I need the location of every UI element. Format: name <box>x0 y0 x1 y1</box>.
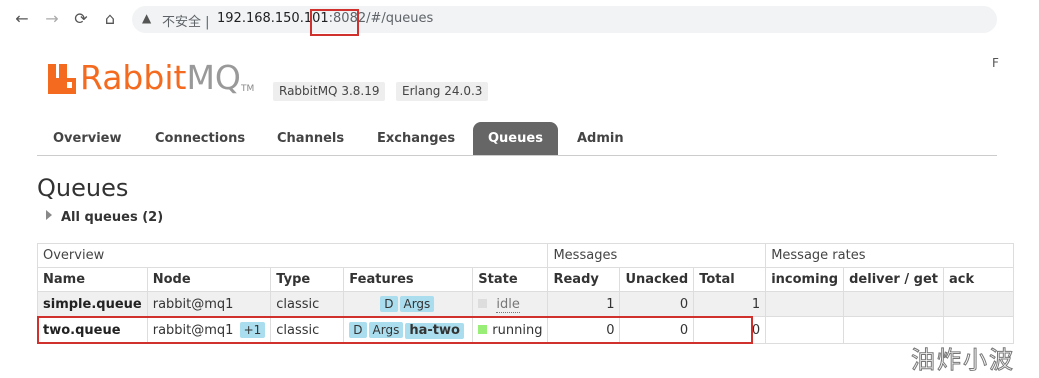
rate-incoming <box>765 291 845 317</box>
col-ack[interactable]: ack <box>942 267 1014 292</box>
total-count: 1 <box>693 291 767 317</box>
col-deliver-get[interactable]: deliver / get <box>843 267 944 292</box>
col-state[interactable]: State <box>472 267 549 292</box>
main-tabs: Overview Connections Channels Exchanges … <box>37 122 997 156</box>
all-queues-label: All queues (2) <box>61 210 164 225</box>
all-queues-toggle[interactable]: All queues (2) <box>46 210 163 225</box>
total-count: 0 <box>693 316 767 344</box>
table-group-header: Overview Messages Message rates <box>36 243 1014 268</box>
watermark: 油炸小波 <box>911 346 1015 375</box>
page-title: Queues <box>37 174 129 202</box>
queue-node: rabbit@mq1 <box>146 291 272 317</box>
queue-features: D Args ha-two <box>343 316 474 344</box>
reload-icon[interactable]: ⟳ <box>71 9 91 29</box>
feature-durable-tag[interactable]: D <box>349 321 367 338</box>
table-row[interactable]: two.queue rabbit@mq1 +1 classic D Args ha-… <box>37 316 1014 344</box>
feature-durable-tag[interactable]: D <box>380 296 398 312</box>
state-indicator-icon <box>478 298 488 308</box>
rate-deliver-get <box>843 291 944 317</box>
queues-table: Overview Messages Message rates Name Nod… <box>36 243 1014 344</box>
back-icon[interactable]: ← <box>12 9 32 29</box>
tab-queues[interactable]: Queues <box>473 122 558 155</box>
queue-state: running <box>472 316 549 344</box>
queue-type: classic <box>270 316 345 344</box>
col-incoming[interactable]: incoming <box>765 267 845 292</box>
table-row[interactable]: simple.queue rabbit@mq1 classic D Args id… <box>37 291 1014 317</box>
rate-incoming <box>765 316 845 344</box>
col-node[interactable]: Node <box>146 267 272 292</box>
ready-count: 1 <box>547 291 621 317</box>
tab-overview[interactable]: Overview <box>38 122 137 155</box>
warning-icon: ▲ <box>142 11 152 25</box>
rate-ack <box>942 291 1014 317</box>
logo-wordmark: RabbitMQ <box>80 58 241 98</box>
tab-exchanges[interactable]: Exchanges <box>362 122 470 155</box>
address-bar[interactable]: ▲ 不安全 | 192.168.150.101:8082/#/queues <box>132 6 997 33</box>
queue-state: idle <box>472 291 549 317</box>
node-mirror-count-badge[interactable]: +1 <box>239 322 266 338</box>
col-total[interactable]: Total <box>693 267 767 292</box>
expand-triangle-icon <box>46 210 52 220</box>
logo-mq-text: MQ <box>186 58 241 97</box>
policy-tag[interactable]: ha-two <box>405 322 464 339</box>
tab-connections[interactable]: Connections <box>140 122 260 155</box>
group-messages: Messages <box>547 243 767 268</box>
col-unacked[interactable]: Unacked <box>619 267 695 292</box>
unacked-count: 0 <box>619 291 695 317</box>
state-label: idle <box>496 296 520 313</box>
erlang-badge: Erlang 24.0.3 <box>396 82 489 101</box>
rabbit-logo-icon <box>48 64 76 94</box>
col-name[interactable]: Name <box>37 267 148 292</box>
queue-type: classic <box>270 291 345 317</box>
node-name: rabbit@mq1 <box>152 323 234 338</box>
col-ready[interactable]: Ready <box>547 267 621 292</box>
queue-name-link[interactable]: simple.queue <box>37 291 148 317</box>
tab-channels[interactable]: Channels <box>262 122 359 155</box>
col-features[interactable]: Features <box>343 267 474 292</box>
queue-features: D Args <box>343 291 474 317</box>
group-overview: Overview <box>36 243 549 268</box>
state-indicator-icon <box>478 324 488 334</box>
state-label: running <box>492 322 543 338</box>
queue-node: rabbit@mq1 +1 <box>146 316 272 344</box>
browser-toolbar: ← → ⟳ ⌂ ▲ 不安全 | 192.168.150.101:8082/#/q… <box>0 0 1039 38</box>
feature-args-tag[interactable]: Args <box>368 321 404 338</box>
group-message-rates: Message rates <box>765 243 1014 268</box>
insecure-label[interactable]: 不安全 | <box>162 11 210 30</box>
version-badge: RabbitMQ 3.8.19 <box>273 82 386 101</box>
feature-args-tag[interactable]: Args <box>399 296 435 312</box>
home-icon[interactable]: ⌂ <box>100 9 120 29</box>
ready-count: 0 <box>547 316 621 344</box>
url-path: /#/queues <box>366 11 434 26</box>
cut-off-text: F <box>992 56 999 70</box>
table-column-header: Name Node Type Features State Ready Unac… <box>37 267 1014 292</box>
queue-name-link[interactable]: two.queue <box>37 316 148 344</box>
port-highlight-box <box>310 9 359 36</box>
tab-admin[interactable]: Admin <box>562 122 639 155</box>
col-type[interactable]: Type <box>270 267 345 292</box>
trademark-label: TM <box>241 84 255 94</box>
unacked-count: 0 <box>619 316 695 344</box>
forward-icon[interactable]: → <box>42 9 62 29</box>
logo-rabbit-text: Rabbit <box>80 58 187 97</box>
